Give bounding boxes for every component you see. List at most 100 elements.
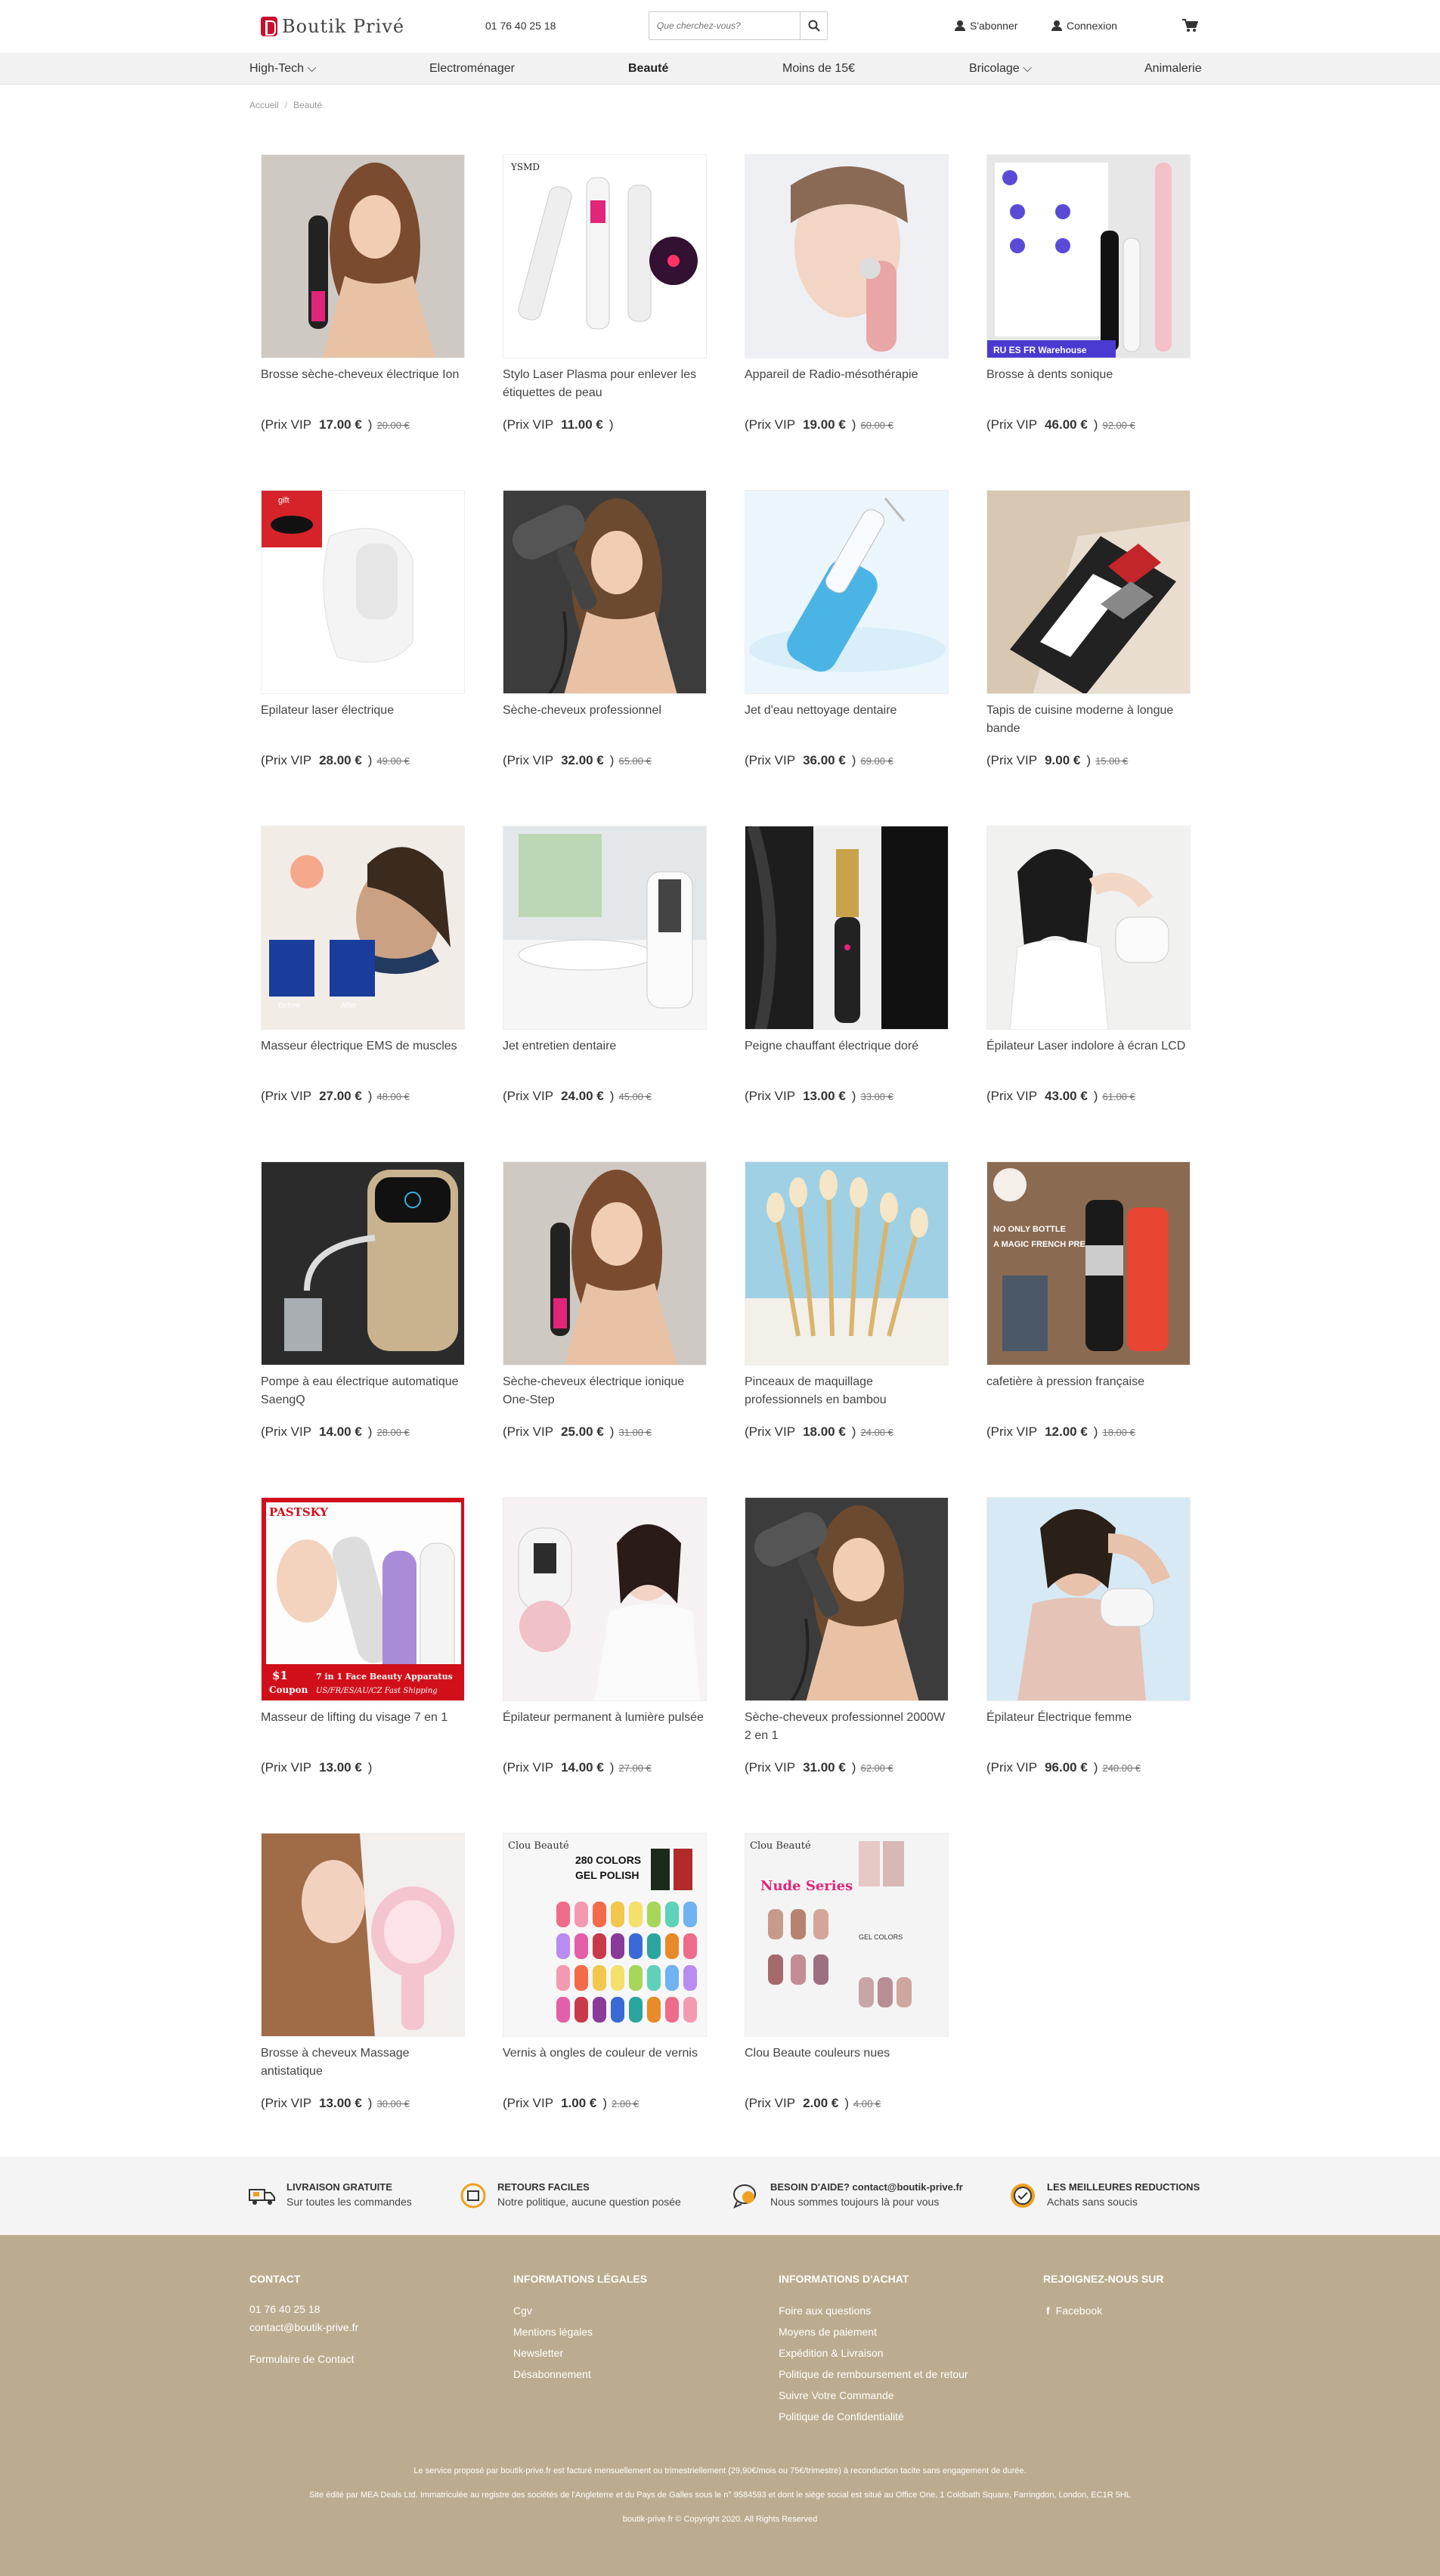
nail-polish-colors-image[interactable]: Clou Beauté 280 COLORS GEL POLISH — [503, 1834, 707, 2037]
product-image[interactable]: PASTSKY $1 Coupon 7 in 1 Face Beauty Appara… — [261, 1497, 465, 1701]
product-name[interactable]: Peigne chauffant électrique doré — [745, 1037, 949, 1056]
product-name[interactable]: Jet entretien dentaire — [503, 1037, 707, 1056]
footer-link-track[interactable]: Suivre Votre Commande — [779, 2385, 968, 2406]
footer-contact-form[interactable]: Formulaire de Contact — [249, 2348, 358, 2370]
product-image[interactable] — [261, 154, 465, 358]
kitchen-rug-image[interactable] — [987, 491, 1191, 694]
product-name[interactable]: Brosse à dents sonique — [986, 366, 1191, 384]
product-card[interactable]: Pompe à eau électrique automatique Saeng… — [261, 1161, 465, 1479]
nude-polish-image[interactable]: Clou Beauté Nude Series GEL COLORS — [745, 1834, 949, 2037]
water-flosser-splash-image[interactable] — [745, 491, 949, 694]
site-logo[interactable]: Boutik Privé — [261, 15, 404, 38]
product-name[interactable]: Épilateur Électrique femme — [986, 1709, 1191, 1727]
product-image[interactable]: Before After — [261, 826, 465, 1030]
product-image[interactable] — [503, 490, 707, 694]
nav-beaute[interactable]: Beauté — [628, 62, 668, 76]
product-name[interactable]: Sèche-cheveux électrique ionique One-Ste… — [503, 1373, 707, 1409]
epilator-white-image[interactable]: gift — [262, 491, 465, 694]
product-image[interactable] — [503, 826, 707, 1030]
search-button[interactable] — [800, 12, 827, 39]
product-image[interactable]: NO ONLY BOTTLE A MAGIC FRENCH PRESS — [986, 1161, 1191, 1365]
product-image[interactable] — [745, 826, 949, 1030]
product-image[interactable] — [986, 490, 1191, 694]
product-card[interactable]: Clou Beauté Nude Series GEL COLORS Clou Bea… — [745, 1833, 949, 2150]
login-link[interactable]: Connexion — [1051, 20, 1117, 32]
footer-email[interactable]: contact@boutik-prive.fr — [249, 2318, 358, 2336]
nav-electromenager[interactable]: Electroménager — [429, 62, 515, 76]
product-card[interactable]: Brosse à cheveux Massage antistatique (Pr… — [261, 1833, 465, 2150]
footer-link-mentions[interactable]: Mentions légales — [513, 2321, 647, 2342]
product-card[interactable]: Sèche-cheveux professionnel 2000W 2 en 1… — [745, 1497, 949, 1815]
product-image[interactable]: RU ES FR Warehouse — [986, 154, 1191, 358]
laser-pen-image[interactable]: YSMD — [503, 155, 707, 358]
face-device-image[interactable] — [745, 155, 949, 358]
coffee-bottle-image[interactable]: NO ONLY BOTTLE A MAGIC FRENCH PRESS — [987, 1162, 1191, 1365]
product-card[interactable]: Épilateur Électrique femme (Prix VIP 96.00… — [986, 1497, 1191, 1815]
product-image[interactable] — [745, 1497, 949, 1701]
face-lifting-image[interactable]: PASTSKY $1 Coupon 7 in 1 Face Beauty Appara… — [262, 1498, 465, 1701]
product-image[interactable] — [745, 1161, 949, 1365]
hair-dryer-woman-image[interactable] — [745, 1498, 949, 1701]
footer-link-faq[interactable]: Foire aux questions — [779, 2300, 968, 2321]
product-name[interactable]: Clou Beaute couleurs nues — [745, 2044, 949, 2063]
product-card[interactable]: PASTSKY $1 Coupon 7 in 1 Face Beauty Appara… — [261, 1497, 465, 1815]
product-card[interactable]: Jet d'eau nettoyage dentaire (Prix VIP 36.… — [745, 490, 949, 808]
product-card[interactable]: Épilateur permanent à lumière pulsée (Pri… — [503, 1497, 707, 1815]
product-card[interactable]: Before After Masseur électrique EMS de mus… — [261, 826, 465, 1143]
footer-link-payment[interactable]: Moyens de paiement — [779, 2321, 968, 2342]
subscribe-link[interactable]: S'abonner — [955, 20, 1017, 32]
product-name[interactable]: Pompe à eau électrique automatique Saeng… — [261, 1373, 465, 1409]
product-name[interactable]: Épilateur permanent à lumière pulsée — [503, 1709, 707, 1727]
hair-brush-woman-image[interactable] — [503, 1162, 707, 1365]
hair-brush-woman-image[interactable] — [262, 155, 465, 358]
hair-dryer-woman-image[interactable] — [503, 491, 707, 694]
product-image[interactable] — [261, 1833, 465, 2037]
product-image[interactable] — [503, 1497, 707, 1701]
nav-animalerie[interactable]: Animalerie — [1144, 62, 1202, 76]
breadcrumb-home[interactable]: Accueil — [249, 100, 279, 110]
product-card[interactable]: YSMD Stylo Laser Plasma pour enlever les … — [503, 154, 707, 472]
footer-link-unsubscribe[interactable]: Désabonnement — [513, 2364, 647, 2385]
footer-phone[interactable]: 01 76 40 25 18 — [249, 2300, 358, 2318]
product-card[interactable]: Brosse sèche-cheveux électrique Ion (Prix… — [261, 154, 465, 472]
header-phone[interactable]: 01 76 40 25 18 — [485, 20, 556, 32]
product-image[interactable] — [986, 1497, 1191, 1701]
product-name[interactable]: cafetière à pression française — [986, 1373, 1191, 1391]
product-name[interactable]: Brosse à cheveux Massage antistatique — [261, 2044, 465, 2081]
epilator-arm-image[interactable] — [987, 1498, 1191, 1701]
product-image[interactable] — [745, 490, 949, 694]
product-card[interactable]: Sèche-cheveux professionnel (Prix VIP 32.0… — [503, 490, 707, 808]
product-name[interactable]: Pinceaux de maquillage professionnels en… — [745, 1373, 949, 1409]
pink-brush-image[interactable] — [262, 1834, 465, 2037]
product-name[interactable]: Épilateur Laser indolore à écran LCD — [986, 1037, 1191, 1056]
product-name[interactable]: Appareil de Radio-mésothérapie — [745, 366, 949, 384]
product-name[interactable]: Jet d'eau nettoyage dentaire — [745, 702, 949, 720]
product-card[interactable]: RU ES FR Warehouse Brosse à dents sonique… — [986, 154, 1191, 472]
product-card[interactable]: Sèche-cheveux électrique ionique One-Ste… — [503, 1161, 707, 1479]
flosser-sink-image[interactable] — [503, 826, 707, 1030]
product-card[interactable]: Tapis de cuisine moderne à longue bande (… — [986, 490, 1191, 808]
product-name[interactable]: Vernis à ongles de couleur de vernis — [503, 2044, 707, 2063]
product-card[interactable]: Épilateur Laser indolore à écran LCD (Pri… — [986, 826, 1191, 1143]
product-image[interactable]: gift — [261, 490, 465, 694]
product-card[interactable]: Peigne chauffant électrique doré (Prix VI… — [745, 826, 949, 1143]
neck-massager-image[interactable]: Before After — [262, 826, 465, 1030]
nav-moins-de-15[interactable]: Moins de 15€ — [782, 62, 855, 76]
product-name[interactable]: Epilateur laser électrique — [261, 702, 465, 720]
product-name[interactable]: Tapis de cuisine moderne à longue bande — [986, 702, 1191, 738]
product-image[interactable] — [261, 1161, 465, 1365]
product-card[interactable]: Clou Beauté 280 COLORS GEL POLISH Vernis à … — [503, 1833, 707, 2150]
footer-link-refund[interactable]: Politique de remboursement et de retour — [779, 2364, 968, 2385]
water-pump-image[interactable] — [262, 1162, 465, 1365]
product-image[interactable] — [503, 1161, 707, 1365]
epilator-woman-image[interactable] — [987, 826, 1191, 1030]
footer-link-privacy[interactable]: Politique de Confidentialité — [779, 2406, 968, 2427]
product-name[interactable]: Masseur de lifting du visage 7 en 1 — [261, 1709, 465, 1727]
product-card[interactable]: Jet entretien dentaire (Prix VIP 24.00 €) 4… — [503, 826, 707, 1143]
footer-link-newsletter[interactable]: Newsletter — [513, 2342, 647, 2364]
product-name[interactable]: Sèche-cheveux professionnel 2000W 2 en 1 — [745, 1709, 949, 1745]
footer-link-shipping[interactable]: Expédition & Livraison — [779, 2342, 968, 2364]
footer-link-cgv[interactable]: Cgv — [513, 2300, 647, 2321]
product-image[interactable]: YSMD — [503, 154, 707, 358]
product-card[interactable]: Pinceaux de maquillage professionnels en… — [745, 1161, 949, 1479]
